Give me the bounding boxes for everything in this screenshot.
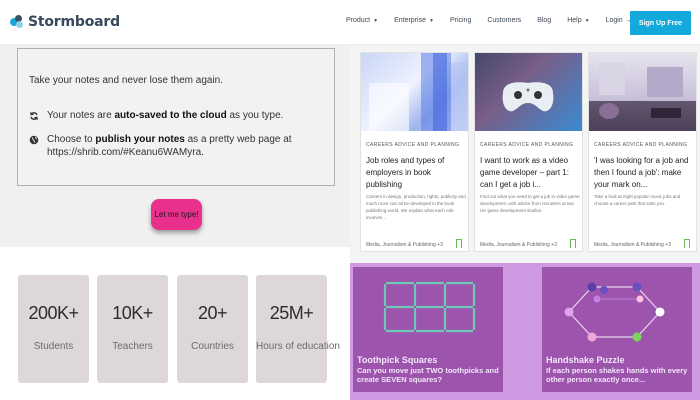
brand-logo[interactable]: Stormboard (10, 12, 120, 32)
articles-section: CAREERS ADVICE AND PLANNING Job roles an… (350, 45, 700, 263)
nav-pricing-label: Pricing (449, 17, 472, 24)
globe-icon (29, 135, 39, 145)
publish-text-bold: publish your notes (95, 134, 185, 145)
article-tags: Media, Journalism & Publishing +3 (366, 242, 443, 248)
brand-name: Stormboard (28, 14, 120, 30)
chevron-down-icon: ▼ (428, 17, 434, 24)
top-nav: Stormboard Product ▼ Enterprise ▼ Pricing … (0, 0, 700, 45)
signup-button[interactable]: Sign Up Free (630, 11, 691, 35)
article-image-music (589, 53, 696, 131)
publish-text: Choose to publish your notes as a pretty… (47, 133, 292, 159)
bookmark-icon[interactable] (456, 239, 462, 248)
nav-product[interactable]: Product ▼ (346, 17, 378, 24)
publish-row: Choose to publish your notes as a pretty… (29, 133, 292, 159)
stats-section: 200K+ Students 10K+ Teachers 20+ Countri… (0, 247, 350, 400)
bookmark-icon[interactable] (684, 239, 690, 248)
gamepad-icon (475, 53, 582, 131)
article-description: Take a look at eight popular music jobs … (594, 194, 681, 206)
toothpick-grid-icon (383, 281, 476, 333)
puzzle-card-toothpick[interactable]: Toothpick Squares Can you move just TWO … (353, 267, 503, 392)
article-card[interactable]: CAREERS ADVICE AND PLANNING I want to wo… (474, 52, 583, 252)
books-illustration-icon (369, 53, 468, 131)
article-category: CAREERS ADVICE AND PLANNING (594, 142, 688, 148)
handshake-hexagon-icon (564, 282, 665, 342)
nav-customers[interactable]: Customers (487, 17, 521, 24)
article-title[interactable]: I want to work as a video game developer… (480, 155, 581, 191)
nav-help-label: Help (567, 17, 582, 24)
publish-text-post: as a pretty web page at (184, 134, 292, 145)
publish-text-pre: Choose to (47, 134, 96, 145)
logo-icon (10, 15, 24, 29)
sync-icon (30, 112, 38, 120)
nav-blog-label: Blog (537, 17, 552, 24)
nav-login-label: Login → (605, 17, 632, 24)
autosave-text-post: as you type. (226, 110, 284, 121)
music-studio-icon (589, 63, 696, 131)
article-card[interactable]: CAREERS ADVICE AND PLANNING Job roles an… (360, 52, 469, 252)
article-category: CAREERS ADVICE AND PLANNING (366, 142, 460, 148)
stat-value: 10K+ (112, 303, 153, 323)
stat-card-teachers: 10K+ Teachers (97, 275, 168, 383)
notes-info-card: Take your notes and never lose them agai… (17, 48, 335, 186)
stat-card-students: 200K+ Students (18, 275, 89, 383)
article-title[interactable]: Job roles and types of employers in book… (366, 155, 467, 191)
stat-card-hours: 25M+ Hours of education (256, 275, 340, 383)
article-image-gamepad (475, 53, 582, 131)
stat-label: Teachers (112, 341, 153, 352)
article-description: Careers in design, production, rights, p… (366, 194, 466, 220)
notes-info-title: Take your notes and never lose them agai… (29, 75, 224, 86)
article-tags: Media, Journalism & Publishing +3 (594, 242, 671, 248)
puzzle-title: Handshake Puzzle (546, 355, 625, 365)
nav-enterprise-label: Enterprise (394, 17, 426, 24)
publish-url: https://shrib.com/#Keanu6WAMyra. (47, 147, 204, 158)
nav-links: Product ▼ Enterprise ▼ Pricing Customers B… (346, 17, 632, 24)
puzzle-description: If each person shakes hands with every o… (546, 366, 688, 384)
article-tags: Media, Journalism & Publishing +3 (480, 242, 557, 248)
stat-value: 25M+ (269, 303, 314, 323)
autosave-text-pre: Your notes are (47, 110, 115, 121)
puzzle-description: Can you move just TWO toothpicks and cre… (357, 366, 499, 384)
nav-help[interactable]: Help ▼ (567, 17, 589, 24)
article-description: Find out what you need to get a job in v… (480, 194, 580, 213)
puzzles-section: Toothpick Squares Can you move just TWO … (350, 263, 700, 400)
bookmark-icon[interactable] (570, 239, 576, 248)
nav-pricing[interactable]: Pricing (450, 17, 471, 24)
autosave-row: Your notes are auto-saved to the cloud a… (29, 109, 283, 122)
stat-value: 20+ (197, 303, 228, 323)
autosave-text: Your notes are auto-saved to the cloud a… (47, 109, 283, 122)
puzzle-title: Toothpick Squares (357, 355, 438, 365)
stat-value: 200K+ (28, 303, 79, 323)
article-image-books (361, 53, 468, 131)
nav-product-label: Product (346, 17, 371, 24)
chevron-down-icon: ▼ (584, 17, 590, 24)
puzzle-card-handshake[interactable]: Handshake Puzzle If each person shakes h… (542, 267, 692, 392)
let-me-type-button[interactable]: Let me type! (151, 199, 202, 230)
stat-card-countries: 20+ Countries (177, 275, 248, 383)
chevron-down-icon: ▼ (373, 17, 379, 24)
notes-promo-panel: Take your notes and never lose them agai… (0, 45, 350, 247)
nav-login[interactable]: Login → (606, 17, 632, 24)
article-title[interactable]: 'I was looking for a job and then I foun… (594, 155, 695, 191)
article-category: CAREERS ADVICE AND PLANNING (480, 142, 574, 148)
stat-label: Countries (191, 341, 234, 352)
nav-enterprise[interactable]: Enterprise ▼ (394, 17, 434, 24)
autosave-text-bold: auto-saved to the cloud (114, 110, 227, 121)
stat-label: Students (33, 341, 74, 352)
stat-label: Hours of education (256, 341, 340, 352)
article-card[interactable]: CAREERS ADVICE AND PLANNING 'I was looki… (588, 52, 697, 252)
nav-customers-label: Customers (487, 17, 522, 24)
nav-blog[interactable]: Blog (537, 17, 551, 24)
